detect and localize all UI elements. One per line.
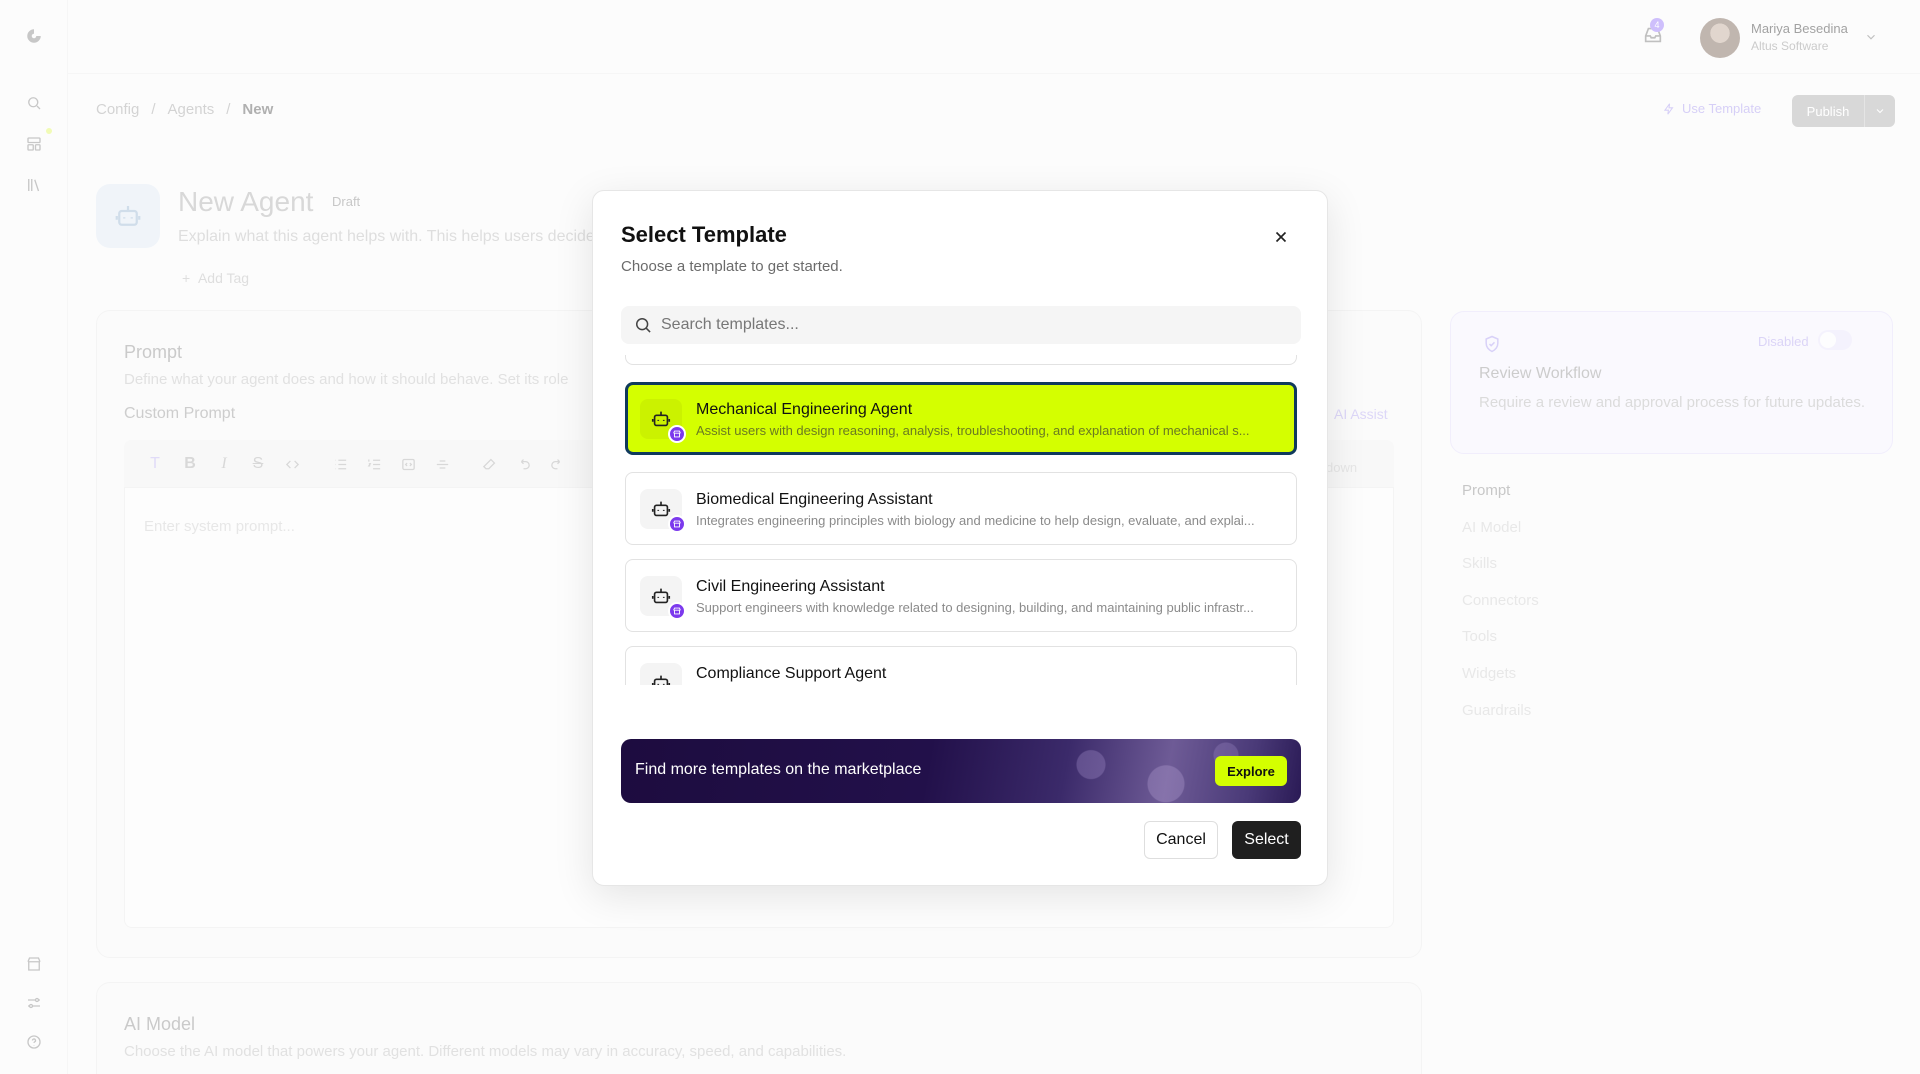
template-item[interactable]: Biomedical Engineering Assistant Integra… xyxy=(625,472,1297,545)
template-description: Assist users with design reasoning, anal… xyxy=(696,423,1250,438)
template-name: Biomedical Engineering Assistant xyxy=(696,491,933,508)
robot-icon xyxy=(640,663,682,685)
search-input[interactable] xyxy=(661,306,1291,344)
marketplace-banner-text: Find more templates on the marketplace xyxy=(635,761,922,778)
template-item[interactable]: Civil Engineering Assistant Support engi… xyxy=(625,559,1297,632)
template-name: Mechanical Engineering Agent xyxy=(696,401,913,418)
select-button[interactable]: Select xyxy=(1232,821,1301,859)
marketplace-badge-icon xyxy=(668,425,686,443)
search-icon xyxy=(633,315,653,335)
marketplace-banner: Find more templates on the marketplace E… xyxy=(621,739,1301,803)
marketplace-badge-icon xyxy=(668,602,686,620)
template-item[interactable]: Compliance Support Agent xyxy=(625,646,1297,685)
robot-icon xyxy=(640,399,686,443)
close-icon[interactable] xyxy=(1269,225,1293,249)
cancel-button[interactable]: Cancel xyxy=(1144,821,1218,859)
template-description: Support engineers with knowledge related… xyxy=(696,600,1254,615)
template-name: Civil Engineering Assistant xyxy=(696,578,885,595)
robot-icon xyxy=(640,576,686,620)
template-list[interactable]: Mechanical Engineering Agent Assist user… xyxy=(621,355,1301,685)
template-description: Integrates engineering principles with b… xyxy=(696,513,1255,528)
marketplace-badge-icon xyxy=(668,515,686,533)
dialog-title: Select Template xyxy=(621,222,787,247)
list-item-partial xyxy=(625,355,1297,365)
robot-icon xyxy=(640,489,686,533)
template-item-selected[interactable]: Mechanical Engineering Agent Assist user… xyxy=(625,382,1297,455)
dialog-subtitle: Choose a template to get started. xyxy=(621,258,843,275)
template-name: Compliance Support Agent xyxy=(696,665,887,682)
select-template-dialog: Select Template Choose a template to get… xyxy=(592,190,1328,886)
search-box xyxy=(621,306,1301,344)
explore-button[interactable]: Explore xyxy=(1215,756,1287,786)
